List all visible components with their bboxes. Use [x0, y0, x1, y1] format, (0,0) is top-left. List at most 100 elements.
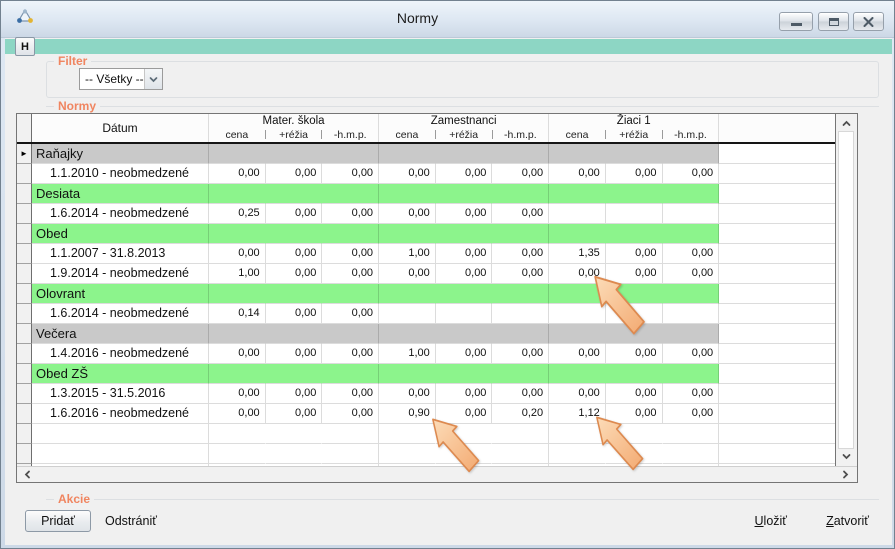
value-cell[interactable]: 0,00 [266, 304, 323, 324]
close-action-button[interactable]: Zatvoriť [822, 510, 873, 532]
category-label-cell[interactable]: Večera [32, 324, 209, 344]
value-cell[interactable]: 0,00 [436, 244, 493, 264]
value-cell[interactable]: 0,00 [209, 404, 266, 424]
row-selector[interactable] [17, 244, 32, 264]
value-cell[interactable]: 0,00 [209, 384, 266, 404]
value-cell[interactable]: 0,00 [492, 244, 549, 264]
value-cell[interactable] [436, 304, 493, 324]
row-selector[interactable] [17, 204, 32, 224]
value-cell[interactable]: 0,00 [266, 244, 323, 264]
value-cell[interactable]: 0,00 [606, 164, 663, 184]
value-cell[interactable]: 0,00 [322, 404, 379, 424]
row-selector[interactable] [17, 364, 32, 384]
value-cell[interactable]: 0,00 [549, 164, 606, 184]
close-button[interactable] [853, 12, 884, 31]
row-selector[interactable] [17, 444, 32, 464]
data-row[interactable]: 1.4.2016 - neobmedzené0,000,000,001,000,… [17, 344, 835, 364]
value-cell[interactable]: 0,00 [606, 244, 663, 264]
value-cell[interactable]: 0,00 [663, 404, 720, 424]
value-cell[interactable]: 0,00 [663, 264, 720, 284]
vertical-scroll-thumb[interactable] [838, 131, 854, 449]
value-cell[interactable]: 0,00 [322, 304, 379, 324]
category-label-cell[interactable]: Olovrant [32, 284, 209, 304]
date-cell[interactable]: 1.6.2016 - neobmedzené [32, 404, 209, 424]
filter-select[interactable]: -- Všetky -- [79, 68, 163, 90]
value-cell[interactable]: 0,00 [322, 344, 379, 364]
row-selector[interactable] [17, 344, 32, 364]
remove-button[interactable]: Odstrániť [101, 510, 161, 532]
value-cell[interactable]: 0,00 [266, 204, 323, 224]
category-row[interactable]: Olovrant [17, 284, 835, 304]
category-label-cell[interactable]: Obed [32, 224, 209, 244]
value-cell[interactable]: 0,00 [266, 264, 323, 284]
row-selector[interactable] [17, 324, 32, 344]
value-cell[interactable] [663, 304, 720, 324]
category-label-cell[interactable]: Obed ZŠ [32, 364, 209, 384]
value-cell[interactable]: 0,00 [322, 384, 379, 404]
value-cell[interactable] [663, 204, 720, 224]
value-cell[interactable]: 1,00 [209, 264, 266, 284]
minimize-button[interactable] [779, 12, 813, 31]
value-cell[interactable] [606, 204, 663, 224]
value-cell[interactable]: 0,00 [436, 264, 493, 284]
date-cell[interactable]: 1.9.2014 - neobmedzené [32, 264, 209, 284]
value-cell[interactable]: 0,00 [492, 264, 549, 284]
value-cell[interactable]: 0,00 [266, 344, 323, 364]
value-cell[interactable]: 0,00 [606, 344, 663, 364]
value-cell[interactable]: 0,00 [549, 344, 606, 364]
data-row[interactable]: 1.3.2015 - 31.5.20160,000,000,000,000,00… [17, 384, 835, 404]
value-cell[interactable] [379, 304, 436, 324]
date-cell[interactable]: 1.1.2010 - neobmedzené [32, 164, 209, 184]
add-button[interactable]: Pridať [25, 510, 91, 532]
value-cell[interactable]: 0,00 [492, 204, 549, 224]
dropdown-button[interactable] [144, 69, 162, 89]
scroll-left-button[interactable] [20, 467, 34, 482]
value-cell[interactable]: 1,00 [379, 244, 436, 264]
value-cell[interactable]: 0,00 [663, 244, 720, 264]
value-cell[interactable]: 0,00 [663, 344, 720, 364]
value-cell[interactable]: 0,00 [209, 344, 266, 364]
value-cell[interactable]: 0,90 [379, 404, 436, 424]
value-cell[interactable]: 0,00 [436, 344, 493, 364]
value-cell[interactable]: 0,00 [209, 164, 266, 184]
value-cell[interactable]: 0,00 [266, 404, 323, 424]
value-cell[interactable]: 0,20 [492, 404, 549, 424]
vertical-scrollbar[interactable] [835, 114, 857, 466]
scroll-right-button[interactable] [838, 467, 852, 482]
row-selector[interactable] [17, 404, 32, 424]
value-cell[interactable]: 0,00 [209, 244, 266, 264]
scroll-down-button[interactable] [836, 449, 857, 464]
row-selector[interactable] [17, 164, 32, 184]
value-cell[interactable]: 0,00 [322, 204, 379, 224]
value-cell[interactable]: 0,00 [436, 204, 493, 224]
row-selector[interactable] [17, 284, 32, 304]
row-selector[interactable]: ► [17, 144, 32, 164]
value-cell[interactable]: 0,00 [549, 384, 606, 404]
row-selector[interactable] [17, 184, 32, 204]
category-row[interactable]: Večera [17, 324, 835, 344]
value-cell[interactable] [492, 304, 549, 324]
category-label-cell[interactable]: Desiata [32, 184, 209, 204]
value-cell[interactable]: 0,00 [266, 164, 323, 184]
value-cell[interactable]: 0,00 [322, 164, 379, 184]
maximize-button[interactable] [818, 12, 849, 31]
value-cell[interactable]: 0,00 [492, 384, 549, 404]
row-selector[interactable] [17, 424, 32, 444]
data-row[interactable]: 1.1.2010 - neobmedzené0,000,000,000,000,… [17, 164, 835, 184]
data-row[interactable]: 1.6.2016 - neobmedzené0,000,000,000,900,… [17, 404, 835, 424]
value-cell[interactable]: 0,00 [436, 164, 493, 184]
scroll-up-button[interactable] [836, 116, 857, 131]
date-cell[interactable]: 1.1.2007 - 31.8.2013 [32, 244, 209, 264]
value-cell[interactable]: 0,25 [209, 204, 266, 224]
value-cell[interactable]: 0,00 [379, 384, 436, 404]
value-cell[interactable]: 1,35 [549, 244, 606, 264]
category-row[interactable]: Obed [17, 224, 835, 244]
value-cell[interactable]: 0,00 [492, 164, 549, 184]
titlebar[interactable]: Normy [1, 1, 894, 38]
category-label-cell[interactable]: Raňajky [32, 144, 209, 164]
data-row[interactable]: 1.1.2007 - 31.8.20130,000,000,001,000,00… [17, 244, 835, 264]
date-cell[interactable]: 1.3.2015 - 31.5.2016 [32, 384, 209, 404]
value-cell[interactable]: 0,00 [266, 384, 323, 404]
row-selector[interactable] [17, 384, 32, 404]
value-cell[interactable]: 0,00 [379, 164, 436, 184]
